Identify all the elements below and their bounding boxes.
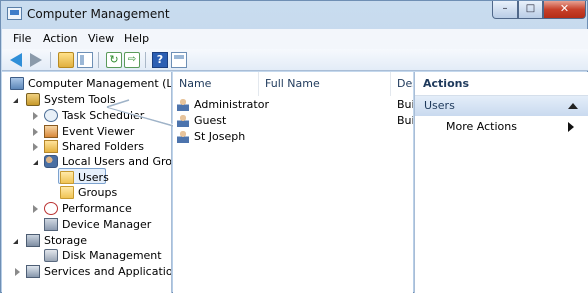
annotation-callout	[106, 99, 178, 128]
tree-item-groups[interactable]: Groups	[6, 185, 117, 201]
list-row-administrator[interactable]: Administrator Bui	[177, 97, 413, 113]
event-viewer-icon	[44, 125, 58, 138]
computer-management-icon	[7, 7, 22, 20]
user-name: Administrator	[194, 98, 269, 111]
list-row-st-joseph[interactable]: St Joseph	[177, 129, 409, 145]
tree-label: Computer Management (Local	[28, 77, 172, 90]
users-list: Name Full Name Des Administrator Bui Gue…	[173, 72, 413, 293]
expand-open-icon	[33, 158, 41, 166]
forward-button[interactable]	[28, 52, 44, 68]
show-hide-action-pane-button[interactable]	[171, 52, 187, 68]
back-arrow-icon	[10, 53, 22, 67]
performance-icon	[44, 202, 58, 215]
actions-header: Actions	[415, 72, 588, 96]
actions-section-label: Users	[424, 99, 455, 112]
expand-closed-icon	[33, 205, 41, 213]
tree-label: Groups	[78, 186, 118, 199]
system-tools-icon	[26, 93, 40, 106]
more-actions-item[interactable]: More Actions	[446, 120, 517, 133]
users-folder-icon	[60, 171, 74, 184]
show-hide-console-tree-button[interactable]	[77, 52, 93, 68]
tree-label: Local Users and Groups	[62, 155, 172, 168]
collapse-up-icon[interactable]	[568, 103, 578, 109]
tree-label: Services and Applications	[44, 265, 172, 278]
expand-open-icon	[13, 96, 21, 104]
user-icon	[177, 130, 189, 143]
user-name: St Joseph	[194, 130, 246, 143]
tree-label: Device Manager	[62, 218, 152, 231]
help-button[interactable]: ?	[152, 52, 168, 68]
shared-folders-icon	[44, 140, 58, 153]
menu-action[interactable]: Action	[43, 32, 77, 45]
column-header-description[interactable]: Des	[391, 72, 413, 96]
column-header-full-name[interactable]: Full Name	[259, 72, 391, 96]
minimize-button[interactable]: –	[492, 1, 518, 19]
maximize-button[interactable]: □	[518, 1, 543, 19]
local-users-groups-icon	[44, 155, 58, 168]
toolbar-separator	[50, 52, 51, 68]
computer-management-window: Computer Management – □ ✕ File Action Vi…	[0, 0, 588, 293]
disk-management-icon	[44, 249, 58, 262]
user-icon	[177, 98, 189, 111]
services-applications-icon	[26, 265, 40, 278]
column-header-name[interactable]: Name	[173, 72, 259, 96]
back-button[interactable]	[10, 52, 26, 68]
toolbar: ↻ ⇨ ?	[2, 49, 588, 71]
export-list-button[interactable]: ⇨	[124, 52, 140, 68]
task-scheduler-icon	[44, 109, 58, 122]
user-icon	[177, 114, 189, 127]
menu-view[interactable]: View	[88, 32, 114, 45]
user-name: Guest	[194, 114, 227, 127]
actions-pane: Actions Users More Actions	[414, 72, 588, 293]
tree-item-users[interactable]: Users	[6, 170, 109, 186]
up-one-level-button[interactable]	[58, 52, 74, 68]
groups-folder-icon	[60, 186, 74, 199]
user-description: Bui	[397, 114, 413, 127]
title-bar[interactable]: Computer Management – □ ✕	[1, 1, 587, 28]
expand-closed-icon	[33, 143, 41, 151]
user-description: Bui	[397, 98, 413, 111]
tree-item-device-manager[interactable]: Device Manager	[6, 217, 166, 233]
tree-item-local-users-and-groups[interactable]: Local Users and Groups	[6, 154, 172, 170]
storage-icon	[26, 234, 40, 247]
tree-label: Shared Folders	[62, 140, 144, 153]
tree-item-computer-management[interactable]: Computer Management (Local	[6, 76, 171, 92]
tree-label: Disk Management	[62, 249, 162, 262]
expand-open-icon	[13, 237, 21, 245]
expand-closed-icon	[33, 128, 41, 136]
tree-item-storage[interactable]: Storage	[6, 233, 166, 249]
menu-file[interactable]: File	[13, 32, 31, 45]
list-row-guest[interactable]: Guest Bui	[177, 113, 413, 129]
menu-help[interactable]: Help	[124, 32, 149, 45]
forward-arrow-icon	[30, 53, 42, 67]
tree-label: Storage	[44, 234, 88, 247]
tree-item-shared-folders[interactable]: Shared Folders	[6, 139, 166, 155]
expand-closed-icon	[33, 112, 41, 120]
submenu-arrow-icon	[568, 122, 574, 132]
close-button[interactable]: ✕	[543, 1, 586, 19]
computer-management-icon	[10, 77, 24, 90]
tree-item-performance[interactable]: Performance	[6, 201, 166, 217]
actions-section-users[interactable]: Users	[415, 96, 588, 116]
tree-label: Users	[78, 171, 109, 184]
toolbar-separator	[98, 52, 99, 68]
device-manager-icon	[44, 218, 58, 231]
window-title: Computer Management	[27, 7, 170, 21]
refresh-button[interactable]: ↻	[106, 52, 122, 68]
tree-label: Performance	[62, 202, 132, 215]
menu-bar: File Action View Help	[2, 29, 588, 49]
tree-item-disk-management[interactable]: Disk Management	[6, 248, 166, 264]
toolbar-separator	[145, 52, 146, 68]
expand-closed-icon	[15, 268, 23, 276]
tree-item-services-and-applications[interactable]: Services and Applications	[6, 264, 172, 280]
